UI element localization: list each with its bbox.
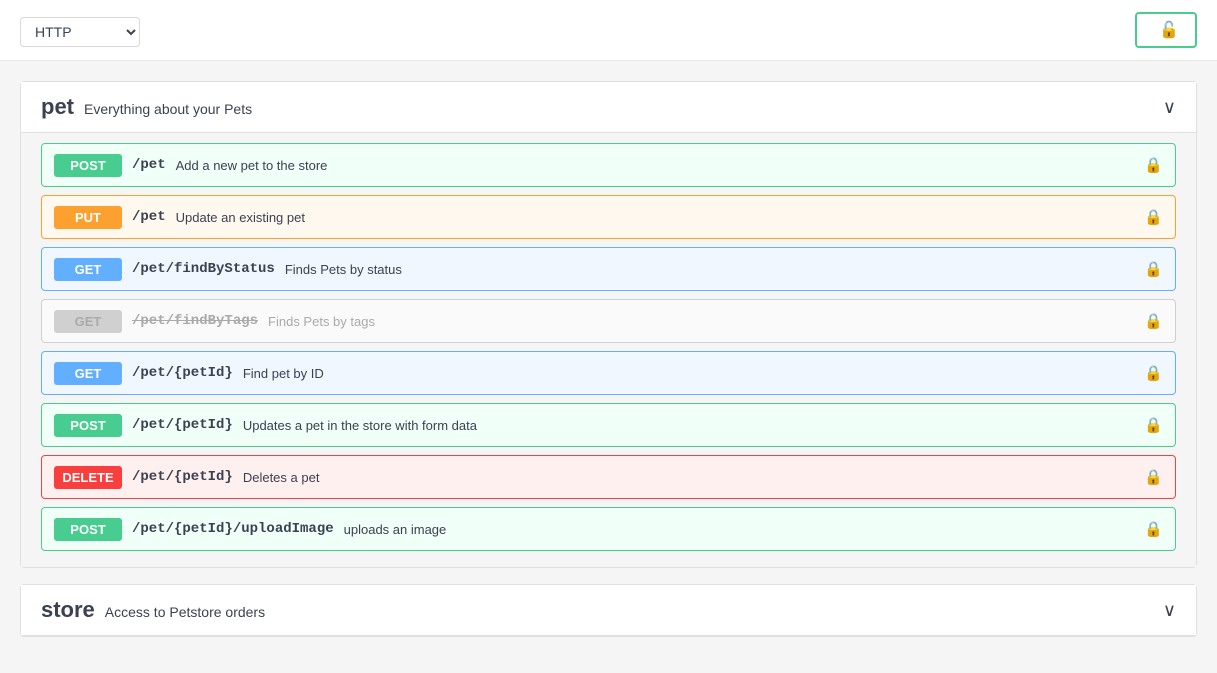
endpoint-lock-icon: 🔒 xyxy=(1144,364,1163,382)
endpoint-lock-icon: 🔒 xyxy=(1144,208,1163,226)
endpoint-left: GET /pet/findByStatus Finds Pets by stat… xyxy=(54,258,1136,281)
endpoint-summary: Deletes a pet xyxy=(243,470,320,485)
endpoint-lock-icon: 🔒 xyxy=(1144,260,1163,278)
endpoint-row[interactable]: POST /pet/{petId}/uploadImage uploads an… xyxy=(41,507,1176,551)
endpoint-lock-icon: 🔒 xyxy=(1144,520,1163,538)
endpoint-left: GET /pet/findByTags Finds Pets by tags xyxy=(54,310,1136,333)
section-name: store xyxy=(41,597,95,623)
endpoint-summary: Finds Pets by tags xyxy=(268,314,375,329)
endpoint-lock-icon: 🔒 xyxy=(1144,312,1163,330)
endpoint-path: /pet/findByStatus xyxy=(132,261,275,277)
schemes-section: HTTP HTTPS xyxy=(20,13,140,47)
endpoint-row[interactable]: POST /pet/{petId} Updates a pet in the s… xyxy=(41,403,1176,447)
section-header-store[interactable]: store Access to Petstore orders ∨ xyxy=(21,585,1196,636)
endpoint-path: /pet/{petId}/uploadImage xyxy=(132,521,334,537)
endpoint-left: GET /pet/{petId} Find pet by ID xyxy=(54,362,1136,385)
schemes-select[interactable]: HTTP HTTPS xyxy=(20,17,140,47)
endpoint-lock-icon: 🔒 xyxy=(1144,416,1163,434)
endpoint-left: PUT /pet Update an existing pet xyxy=(54,206,1136,229)
endpoint-row[interactable]: POST /pet Add a new pet to the store 🔒 xyxy=(41,143,1176,187)
method-badge: POST xyxy=(54,154,122,177)
method-badge: GET xyxy=(54,310,122,333)
method-badge: POST xyxy=(54,518,122,541)
endpoint-path: /pet xyxy=(132,157,166,173)
section-chevron: ∨ xyxy=(1163,600,1176,621)
endpoint-left: POST /pet/{petId}/uploadImage uploads an… xyxy=(54,518,1136,541)
section-title-group: pet Everything about your Pets xyxy=(41,94,252,120)
section-description: Access to Petstore orders xyxy=(105,604,265,620)
method-badge: PUT xyxy=(54,206,122,229)
endpoint-row[interactable]: GET /pet/{petId} Find pet by ID 🔒 xyxy=(41,351,1176,395)
endpoint-path: /pet xyxy=(132,209,166,225)
section-description: Everything about your Pets xyxy=(84,101,252,117)
endpoint-path: /pet/{petId} xyxy=(132,365,233,381)
section-chevron: ∨ xyxy=(1163,97,1176,118)
endpoint-lock-icon: 🔒 xyxy=(1144,156,1163,174)
endpoint-row[interactable]: PUT /pet Update an existing pet 🔒 xyxy=(41,195,1176,239)
endpoint-summary: Updates a pet in the store with form dat… xyxy=(243,418,477,433)
endpoint-summary: uploads an image xyxy=(344,522,447,537)
endpoint-summary: Update an existing pet xyxy=(176,210,305,225)
endpoint-row[interactable]: GET /pet/findByStatus Finds Pets by stat… xyxy=(41,247,1176,291)
sections-container: pet Everything about your Pets ∨ POST /p… xyxy=(20,81,1197,637)
section-header-pet[interactable]: pet Everything about your Pets ∨ xyxy=(21,82,1196,133)
main-content: pet Everything about your Pets ∨ POST /p… xyxy=(0,61,1217,673)
endpoint-lock-icon: 🔒 xyxy=(1144,468,1163,486)
endpoint-path: /pet/{petId} xyxy=(132,469,233,485)
authorize-lock-icon: 🔓 xyxy=(1159,20,1179,40)
section-name: pet xyxy=(41,94,74,120)
method-badge: POST xyxy=(54,414,122,437)
section-title-group: store Access to Petstore orders xyxy=(41,597,265,623)
api-section-pet: pet Everything about your Pets ∨ POST /p… xyxy=(20,81,1197,568)
endpoint-summary: Add a new pet to the store xyxy=(176,158,328,173)
method-badge: GET xyxy=(54,362,122,385)
endpoints-list-pet: POST /pet Add a new pet to the store 🔒 P… xyxy=(21,133,1196,567)
endpoint-row[interactable]: GET /pet/findByTags Finds Pets by tags 🔒 xyxy=(41,299,1176,343)
endpoint-left: POST /pet/{petId} Updates a pet in the s… xyxy=(54,414,1136,437)
method-badge: GET xyxy=(54,258,122,281)
top-bar: HTTP HTTPS 🔓 xyxy=(0,0,1217,61)
endpoint-summary: Find pet by ID xyxy=(243,366,324,381)
endpoint-row[interactable]: DELETE /pet/{petId} Deletes a pet 🔒 xyxy=(41,455,1176,499)
method-badge: DELETE xyxy=(54,466,122,489)
authorize-button[interactable]: 🔓 xyxy=(1135,12,1197,48)
endpoint-summary: Finds Pets by status xyxy=(285,262,402,277)
endpoint-left: DELETE /pet/{petId} Deletes a pet xyxy=(54,466,1136,489)
endpoint-left: POST /pet Add a new pet to the store xyxy=(54,154,1136,177)
endpoint-path: /pet/{petId} xyxy=(132,417,233,433)
api-section-store: store Access to Petstore orders ∨ xyxy=(20,584,1197,637)
endpoint-path: /pet/findByTags xyxy=(132,313,258,329)
